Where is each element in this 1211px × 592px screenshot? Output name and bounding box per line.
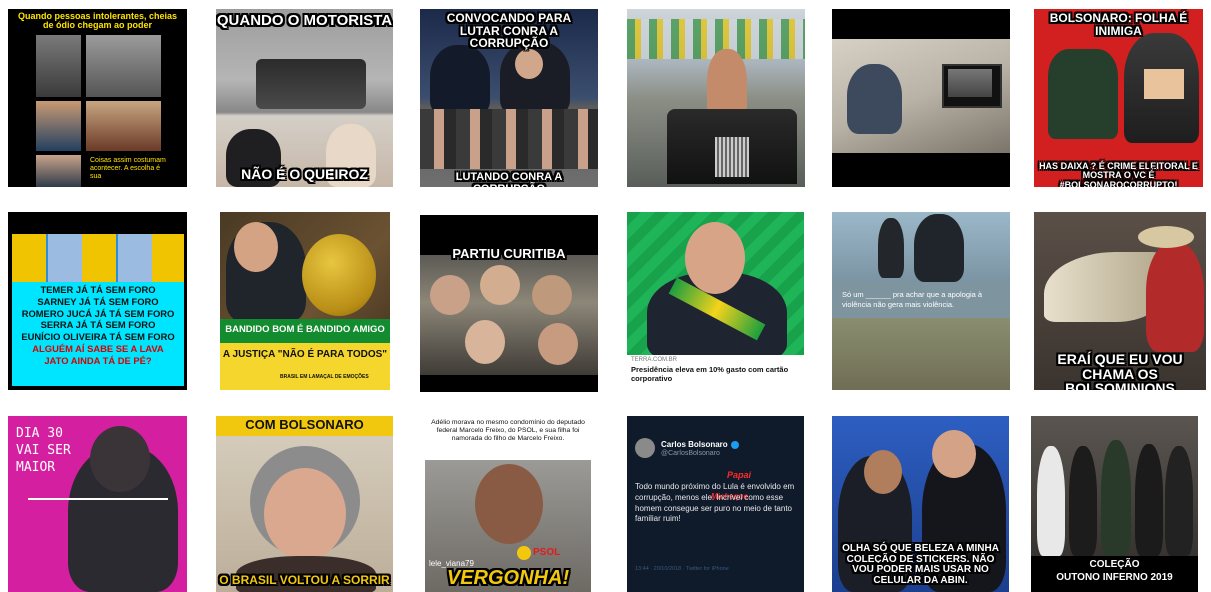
list-item: SARNEY JÁ TÁ SEM FORO [37,295,159,307]
photo-trump [36,101,81,151]
tile-top-caption: BOLSONARO: FOLHA É INIMIGA [1049,11,1188,38]
party-star-icon [517,546,531,560]
tile-line1: BANDIDO BOM É BANDIDO AMIGO [225,324,385,335]
sem-foro-list: TEMER JÁ TÁ SEM FORO SARNEY JÁ TÁ SEM FO… [12,284,184,366]
photo-school-scene [832,318,1010,390]
tile-line2: A JUSTIÇA "NÃO É PARA TODOS" [222,349,388,360]
tile-bottom-caption: Coisas assim costumam acontecer. A escol… [90,157,166,181]
photo-crowd [420,109,598,169]
photo-person [1037,446,1065,556]
photo-person [1146,242,1204,352]
tile-top-caption: CONVOCANDO PARA LUTAR CONRA A CORRUPÇÃO [446,11,572,51]
avatar [635,438,655,458]
photo-person [1135,444,1163,556]
headline-source: TERRA.COM.BR [631,357,678,363]
tile-bottom-caption: HAS DAIXA ? É CRIME ELEITORAL E MOSTRA O… [1039,161,1198,187]
tile-bottom-caption: OLHA SÓ QUE BELEZA A MINHA COLEÇÃO DE ST… [842,543,999,586]
meme-tile-intolerance[interactable]: Quando pessoas intolerantes, cheias de ó… [8,9,187,187]
meme-tile-batman[interactable]: BOLSONARO: FOLHA É INIMIGA HAS DAIXA ? É… [1034,9,1203,187]
meme-tile-tweet[interactable]: Carlos Bolsonaro @CarlosBolsonaro Papai … [627,416,804,592]
tile-top-caption: PARTIU CURITIBA [452,246,566,261]
meme-tile-car-parade[interactable] [627,9,805,187]
photo-batman-face [1144,69,1184,99]
headline-text: Presidência eleva em 10% gasto com cartã… [631,365,789,383]
photo-face [90,426,150,492]
photo-face [685,222,745,294]
photo-face [538,323,578,365]
photo-face [430,275,470,315]
tile-bottom-caption: NÃO É O QUEIROZ [241,166,368,182]
list-item: EUNÍCIO OLIVEIRA TÁ SEM FORO [21,331,175,342]
photo-face [234,222,278,272]
list-item: SERRA JÁ TÁ SEM FORO [40,319,156,331]
verified-icon [731,441,739,449]
tweet-body: Todo mundo próximo do Lula é envolvido e… [635,482,795,524]
meme-tile-com-bolsonaro[interactable]: COM BOLSONARO O BRASIL VOLTOU A SORRIR [216,416,393,592]
tile-line2: OUTONO INFERNO 2019 [1056,572,1173,583]
meme-tile-dia-30[interactable]: DIA 30 VAI SER MAIOR [8,416,187,592]
list-item: TEMER JÁ TÁ SEM FORO [40,284,156,295]
photo-person [430,45,490,115]
tile-text: Adélio morava no mesmo condomínio do dep… [431,419,585,443]
photo-face [264,468,346,560]
tweet-meta: 13:44 · 20/10/2018 · Twitter for iPhone [635,566,729,572]
photo-orange [302,234,376,316]
meme-tile-partiu-curitiba[interactable]: PARTIU CURITIBA [420,215,598,392]
meme-tile-corrupcao[interactable]: CONVOCANDO PARA LUTAR CONRA A CORRUPÇÃO … [420,9,598,187]
photo-bolsonaro [36,155,81,187]
tile-credit: BRASIL EM LAMAÇAL DE EMOÇÕES [280,374,369,380]
tile-top-caption: COM BOLSONARO [245,417,364,432]
photo-face [480,265,520,305]
photo-face [932,430,976,478]
photo-strip [12,234,184,282]
photo-face [475,464,543,544]
meme-tile-bolsominions[interactable]: ERAÍ QUE EU VOU CHAMA OS BOLSOMINIONS [1034,212,1206,390]
photo-child [86,101,161,151]
meme-tile-sem-foro[interactable]: TEMER JÁ TÁ SEM FORO SARNEY JÁ TÁ SEM FO… [8,212,187,390]
tile-top-caption: Quando pessoas intolerantes, cheias de ó… [17,11,178,31]
line-drawn [28,498,168,500]
meme-tile-bandido-bom[interactable]: BANDIDO BOM É BANDIDO AMIGO A JUSTIÇA "N… [220,212,390,390]
photo-person [1165,446,1193,556]
hand-text: MAIOR [16,460,56,475]
photo-robin [1048,49,1118,139]
scribble-text: Papai [727,470,752,480]
meme-tile-stickers[interactable]: OLHA SÓ QUE BELEZA A MINHA COLEÇÃO DE ST… [832,416,1009,592]
photo-hat [1138,226,1194,248]
tile-line1: COLEÇÃO [1089,559,1140,570]
photo-face [515,49,543,79]
tile-top-caption: QUANDO O MOTORISTA [216,12,393,29]
tweet-name: Carlos Bolsonaro [661,440,728,449]
tile-bottom-caption: LUTANDO CONRA A CORRUPÇÃO [455,171,563,187]
photo-tv-screen [948,69,992,97]
question-text: ALGUÉM AÍ SABE SE A LAVA JATO AINDA TÁ D… [32,342,164,366]
photo-car-parade [256,59,366,109]
photo-grille [715,137,749,177]
party-label: PSOL [533,547,561,558]
photo-face [532,275,572,315]
meme-tile-cartao-corporativo[interactable]: TERRA.COM.BR Presidência eleva em 10% ga… [627,212,804,390]
hand-text: VAI SER [16,443,71,458]
tile-text: Só um ______ pra achar que a apologia à … [842,290,983,309]
tweet-handle: @CarlosBolsonaro [661,450,720,457]
photo-person [878,218,904,278]
meme-tile-colecao[interactable]: COLEÇÃO OUTONO INFERNO 2019 [1031,416,1198,592]
photo-child-old [86,35,161,97]
tile-bottom-caption: VERGONHA! [446,567,570,589]
photo-face [864,450,902,494]
tile-bottom-caption: ERAÍ QUE EU VOU CHAMA OS BOLSOMINIONS [1057,351,1183,390]
meme-tile-motorista[interactable]: QUANDO O MOTORISTA NÃO É O QUEIROZ [216,9,393,187]
photo-face [465,320,505,364]
photo-hitler [36,35,81,97]
meme-tile-tv-room[interactable] [832,9,1010,187]
photo-person-on-couch [847,64,902,134]
list-item: ROMERO JUCÁ JÁ TÁ SEM FORO [21,307,175,319]
meme-tile-apologia[interactable]: Só um ______ pra achar que a apologia à … [832,212,1010,390]
hand-text: DIA 30 [16,426,63,441]
meme-tile-vergonha[interactable]: Adélio morava no mesmo condomínio do dep… [425,416,591,592]
photo-person [914,214,964,282]
tile-bottom-caption: O BRASIL VOLTOU A SORRIR [219,573,390,587]
photo-person [1069,446,1097,556]
photo-person [1101,440,1131,556]
